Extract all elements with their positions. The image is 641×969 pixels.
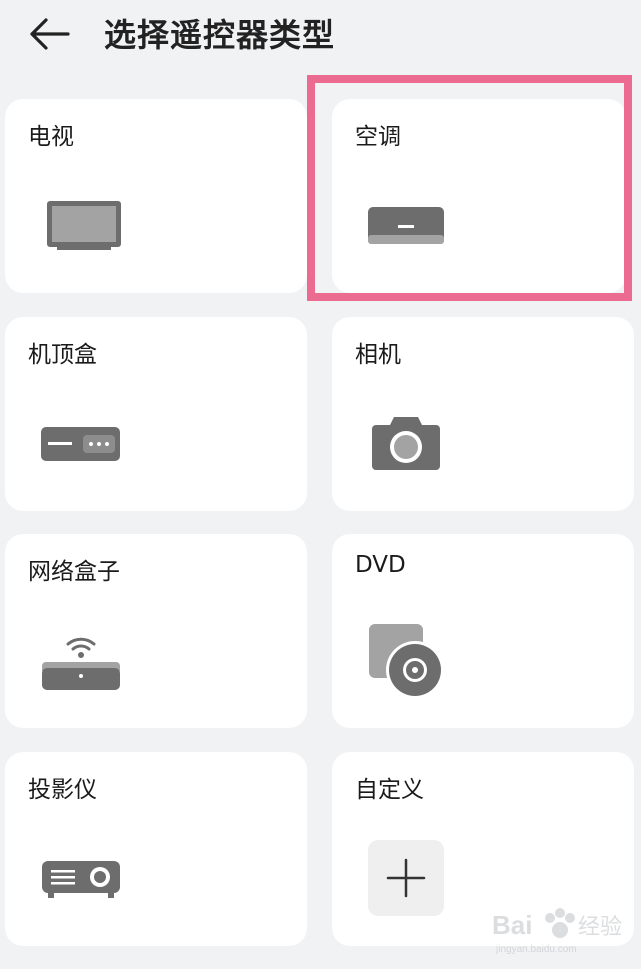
svg-text:Bai: Bai	[492, 910, 532, 940]
back-button[interactable]	[26, 14, 72, 54]
arrow-left-icon	[30, 18, 70, 50]
device-card-tv[interactable]: 电视	[5, 99, 307, 293]
device-card-projector[interactable]: 投影仪	[5, 752, 307, 946]
baidu-jingyan-watermark: Bai 经验 jingyan.baidu.com	[492, 908, 622, 955]
set-top-box-icon	[41, 427, 120, 461]
svg-text:经验: 经验	[578, 915, 622, 940]
air-conditioner-icon	[368, 207, 444, 244]
network-box-icon	[42, 637, 120, 690]
tv-icon	[47, 201, 121, 250]
page-title: 选择遥控器类型	[104, 16, 336, 54]
plus-icon	[368, 840, 444, 916]
device-card-camera[interactable]: 相机	[332, 317, 634, 511]
device-label: 投影仪	[28, 777, 97, 803]
svg-text:jingyan.baidu.com: jingyan.baidu.com	[495, 944, 577, 955]
device-card-network-box[interactable]: 网络盒子	[5, 534, 307, 728]
device-card-dvd[interactable]: DVD	[332, 534, 634, 728]
device-label: 电视	[28, 124, 74, 150]
device-label: 相机	[355, 342, 401, 368]
device-label: 空调	[355, 124, 401, 150]
header: 选择遥控器类型	[0, 0, 641, 70]
device-label: 自定义	[355, 777, 424, 803]
projector-icon	[42, 861, 120, 898]
device-label: DVD	[355, 552, 406, 578]
device-label: 网络盒子	[28, 559, 120, 585]
device-card-set-top-box[interactable]: 机顶盒	[5, 317, 307, 511]
device-label: 机顶盒	[28, 342, 97, 368]
dvd-icon	[369, 624, 444, 699]
device-card-ac[interactable]: 空调	[332, 99, 626, 293]
camera-icon	[372, 417, 440, 470]
